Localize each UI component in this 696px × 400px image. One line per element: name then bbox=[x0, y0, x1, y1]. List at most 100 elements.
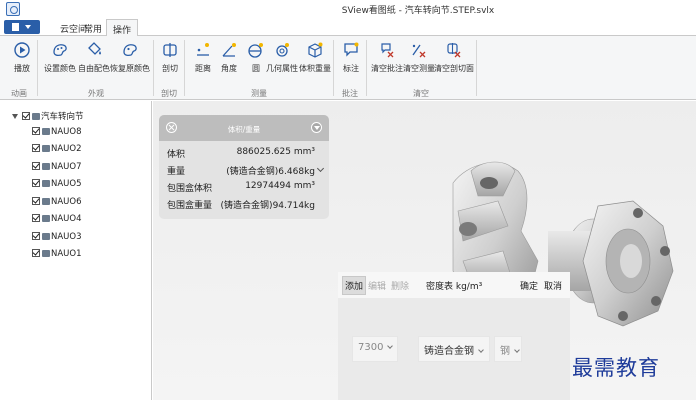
density-value: 7300 bbox=[358, 342, 384, 353]
material-type-select[interactable]: 铸造合金钢 bbox=[418, 336, 490, 362]
bbox-volume-label: 包围盒体积 bbox=[167, 184, 213, 194]
chevron-down-icon bbox=[514, 347, 520, 353]
distance-icon bbox=[197, 43, 209, 56]
section-cut-icon bbox=[163, 43, 177, 57]
chevron-down-icon bbox=[25, 25, 31, 29]
tab-common[interactable]: 常用 bbox=[84, 22, 102, 35]
checkbox-checked-icon[interactable] bbox=[32, 127, 40, 135]
restore-color-label: 恢复原颜色 bbox=[110, 64, 150, 73]
tree-item[interactable]: NAUO6 bbox=[32, 197, 82, 211]
clear-measure-icon bbox=[412, 44, 426, 58]
tree-item-label: NAUO1 bbox=[51, 249, 82, 259]
section-label: 剖切 bbox=[162, 64, 178, 73]
clear-section-button[interactable]: 清空剖切面 bbox=[434, 40, 474, 74]
volume-weight-label: 体积重量 bbox=[299, 64, 331, 73]
annotate-icon bbox=[344, 42, 359, 57]
chevron-down-icon bbox=[478, 347, 484, 353]
circle-label: 圆 bbox=[252, 64, 260, 73]
tree-item[interactable]: NAUO5 bbox=[32, 179, 82, 193]
document-icon bbox=[12, 23, 19, 31]
free-color-label: 自由配色 bbox=[78, 64, 110, 73]
tree-item-label: NAUO6 bbox=[51, 197, 82, 207]
checkbox-checked-icon[interactable] bbox=[32, 162, 40, 170]
group-animation-label: 动画 bbox=[11, 89, 27, 98]
edit-density-button[interactable]: 编辑 bbox=[368, 279, 386, 292]
distance-label: 距离 bbox=[195, 64, 211, 73]
group-clear-label: 清空 bbox=[413, 89, 429, 98]
play-icon bbox=[14, 42, 30, 58]
play-label: 播放 bbox=[14, 64, 30, 73]
density-value-select[interactable]: 7300 bbox=[352, 336, 398, 362]
angle-button[interactable]: 角度 bbox=[219, 40, 239, 74]
panel-title: 体积/重量 bbox=[227, 125, 261, 134]
delete-density-button[interactable]: 删除 bbox=[391, 279, 409, 292]
chevron-down-icon[interactable] bbox=[316, 164, 325, 173]
free-color-button[interactable]: 自由配色 bbox=[78, 40, 110, 74]
title-bar: SView看图纸 - 汽车转向节.STEP.svlx bbox=[0, 0, 696, 18]
clear-measure-label: 清空测量 bbox=[403, 64, 435, 73]
cancel-button[interactable]: 取消 bbox=[544, 279, 562, 292]
add-density-button[interactable]: 添加 bbox=[342, 276, 367, 295]
group-divider bbox=[333, 40, 334, 96]
watermark: 最需教育 bbox=[572, 356, 660, 380]
geometry-label: 几何属性 bbox=[266, 64, 298, 73]
tree-item-label: NAUO3 bbox=[51, 232, 82, 242]
paint-bucket-icon bbox=[88, 42, 101, 55]
tree-item[interactable]: NAUO8 bbox=[32, 127, 82, 141]
file-menu-button[interactable] bbox=[4, 20, 40, 34]
tree-item-label: NAUO2 bbox=[51, 144, 82, 154]
volume-value: 886025.625 mm³ bbox=[236, 147, 315, 157]
panel-header: 体积/重量 bbox=[159, 115, 329, 141]
volume-weight-button[interactable]: 体积重量 bbox=[299, 40, 331, 74]
part-icon bbox=[42, 198, 50, 205]
tree-item[interactable]: NAUO2 bbox=[32, 144, 82, 158]
tree-item[interactable]: NAUO4 bbox=[32, 214, 82, 228]
play-button[interactable]: 播放 bbox=[12, 40, 32, 74]
group-divider bbox=[37, 40, 38, 96]
tree-root-label: 汽车转向节 bbox=[41, 112, 84, 122]
distance-button[interactable]: 距离 bbox=[193, 40, 213, 74]
checkbox-checked-icon[interactable] bbox=[32, 232, 40, 240]
tree-item[interactable]: NAUO1 bbox=[32, 249, 82, 263]
tree-item[interactable]: NAUO3 bbox=[32, 232, 82, 246]
checkbox-checked-icon[interactable] bbox=[32, 144, 40, 152]
tree-root[interactable]: 汽车转向节 bbox=[12, 110, 84, 124]
tree-expand-icon[interactable] bbox=[12, 114, 18, 119]
restore-color-button[interactable]: 恢复原颜色 bbox=[110, 40, 150, 74]
section-button[interactable]: 剖切 bbox=[160, 40, 180, 74]
annotate-button[interactable]: 标注 bbox=[341, 40, 361, 74]
tree-item[interactable]: NAUO7 bbox=[32, 162, 82, 176]
tree-item-label: NAUO7 bbox=[51, 162, 82, 172]
material-select[interactable]: 钢 bbox=[494, 336, 522, 362]
checkbox-checked-icon[interactable] bbox=[32, 197, 40, 205]
checkbox-checked-icon[interactable] bbox=[32, 249, 40, 257]
group-annotation-label: 批注 bbox=[342, 89, 358, 98]
tab-cloud[interactable]: 云空间 bbox=[60, 22, 87, 35]
checkbox-checked-icon[interactable] bbox=[32, 179, 40, 187]
checkbox-checked-icon[interactable] bbox=[22, 112, 30, 120]
set-color-button[interactable]: 设置颜色 bbox=[44, 40, 76, 74]
clear-measure-button[interactable]: 清空测量 bbox=[403, 40, 435, 74]
group-measure-label: 测量 bbox=[251, 89, 267, 98]
clear-section-icon bbox=[447, 43, 461, 58]
geometry-button[interactable]: 几何属性 bbox=[266, 40, 298, 74]
ribbon-tabs: 云空间 常用 操作 bbox=[0, 18, 696, 37]
ok-button[interactable]: 确定 bbox=[520, 279, 538, 292]
group-divider bbox=[184, 40, 185, 96]
set-color-label: 设置颜色 bbox=[44, 64, 76, 73]
circle-button[interactable]: 圆 bbox=[246, 40, 266, 74]
clear-annotations-button[interactable]: 清空批注 bbox=[371, 40, 403, 74]
weight-row[interactable]: 重量 (铸造合金钢)6.468kg bbox=[167, 162, 325, 178]
collapse-icon[interactable] bbox=[311, 122, 322, 133]
part-icon bbox=[42, 163, 50, 170]
part-icon bbox=[42, 180, 50, 187]
clear-annotations-label: 清空批注 bbox=[371, 64, 403, 73]
angle-label: 角度 bbox=[221, 64, 237, 73]
density-toolbar: 添加 编辑 删除 密度表 kg/m³ 确定 取消 bbox=[338, 272, 570, 298]
volume-row: 体积 886025.625 mm³ bbox=[167, 145, 323, 161]
group-divider bbox=[476, 40, 477, 96]
tab-operations[interactable]: 操作 bbox=[106, 19, 139, 37]
checkbox-checked-icon[interactable] bbox=[32, 214, 40, 222]
part-icon bbox=[42, 215, 50, 222]
bbox-volume-value: 12974494 mm³ bbox=[245, 181, 315, 191]
